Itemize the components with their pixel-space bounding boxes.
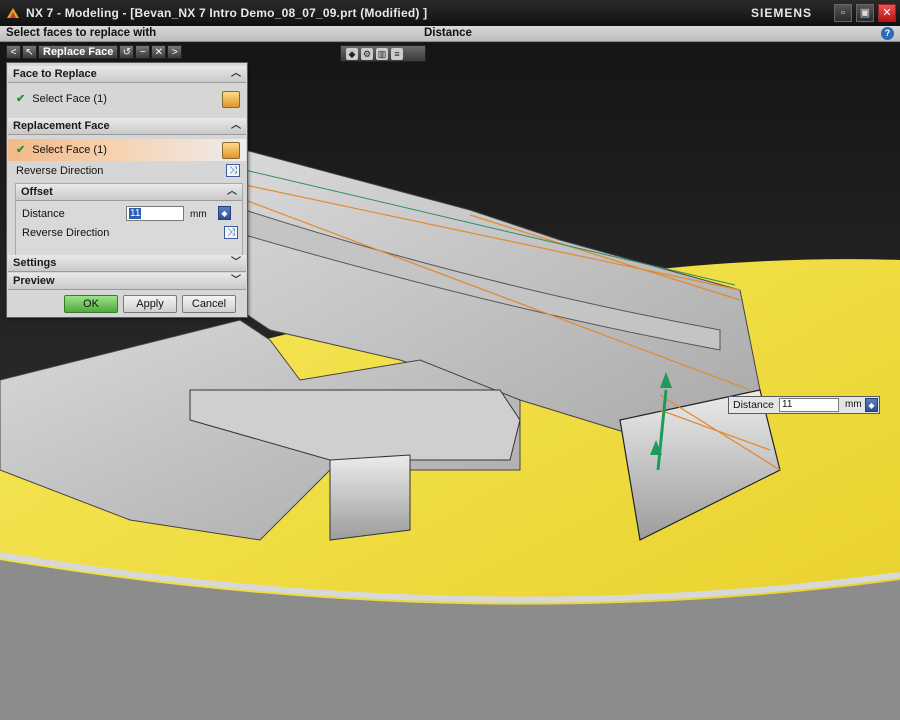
ok-button[interactable]: OK [64, 295, 118, 313]
group-preview-label: Preview [13, 275, 55, 287]
offset-reverse-icon[interactable]: ⤨ [224, 226, 238, 239]
distance-input[interactable]: 11 [126, 206, 184, 221]
chevron-down-icon[interactable]: ﹀ [231, 255, 241, 271]
checkmark-icon: ✔ [16, 144, 26, 156]
part-block-side [329, 454, 411, 541]
select-face-row-replacement[interactable]: ✔ Select Face (1) [8, 139, 246, 161]
group-offset[interactable]: Offset ︿ [16, 184, 242, 201]
close-window-button[interactable]: ✕ [878, 4, 896, 22]
reverse-direction-label: Reverse Direction [16, 165, 104, 177]
apply-button[interactable]: Apply [123, 295, 177, 313]
select-face-label: Select Face (1) [32, 93, 107, 105]
chevron-up-icon[interactable]: ︿ [231, 118, 241, 134]
group-settings[interactable]: Settings ﹀ [8, 255, 246, 272]
collapse-icon[interactable]: − [135, 44, 151, 59]
nx-logo-icon [7, 8, 19, 18]
distance-spinner-icon[interactable]: ◆ [218, 206, 231, 220]
offset-subgroup: Offset ︿ Distance 11 mm ◆ Reverse Direct… [15, 183, 243, 256]
restore-button[interactable]: ▣ [856, 4, 874, 22]
help-icon[interactable]: ? [881, 27, 894, 40]
dialog-tab-strip: < ↖ Replace Face ↺ − ✕ > [6, 44, 183, 59]
chevron-up-icon[interactable]: ︿ [227, 184, 237, 200]
minimize-button[interactable]: ▫ [834, 4, 852, 22]
distance-unit: mm [190, 209, 207, 220]
reverse-direction-icon[interactable]: ⤨ [226, 164, 240, 177]
cue-line: Select faces to replace with Distance ? [0, 26, 900, 42]
onscreen-distance-unit: mm [845, 399, 862, 410]
group-settings-label: Settings [13, 257, 57, 269]
select-face-row-target[interactable]: ✔ Select Face (1) [8, 88, 246, 110]
checkmark-icon: ✔ [16, 93, 26, 105]
distance-value: 11 [129, 208, 142, 219]
replace-face-dialog: Face to Replace ︿ ✔ Select Face (1) Repl… [6, 62, 248, 318]
group-offset-label: Offset [21, 186, 53, 198]
group-face-to-replace-label: Face to Replace [13, 68, 97, 80]
onscreen-distance-spinner-icon[interactable]: ◆ [865, 398, 878, 412]
tab-scroll-left-icon[interactable]: < [6, 44, 21, 59]
tab-scroll-right-icon[interactable]: > [167, 44, 183, 59]
onscreen-distance-label: Distance [733, 399, 774, 411]
select-face-label: Select Face (1) [32, 144, 107, 156]
distance-label: Distance [22, 208, 65, 220]
onscreen-distance-box: Distance 11 mm ◆ [728, 396, 880, 414]
window-title-bar: NX 7 - Modeling - [Bevan_NX 7 Intro Demo… [0, 0, 900, 26]
group-replacement-face-label: Replacement Face [13, 120, 110, 132]
onscreen-distance-input[interactable]: 11 [779, 398, 839, 412]
tab-replace-face[interactable]: Replace Face [38, 44, 119, 59]
selection-toolbar: ◆ ⚙ ▥ ≡ [340, 45, 426, 62]
chevron-down-icon[interactable]: ﹀ [231, 273, 241, 289]
window-title: NX 7 - Modeling - [Bevan_NX 7 Intro Demo… [26, 6, 428, 20]
close-dialog-icon[interactable]: ✕ [151, 44, 167, 59]
options-icon[interactable]: ≡ [391, 47, 403, 60]
reverse-direction-row: Reverse Direction ⤨ [8, 161, 246, 183]
chevron-up-icon[interactable]: ︿ [231, 66, 241, 82]
filter-icon[interactable]: ▥ [376, 47, 388, 60]
face-selection-icon[interactable] [222, 91, 240, 108]
cancel-button[interactable]: Cancel [182, 295, 236, 313]
offset-reverse-label: Reverse Direction [22, 227, 110, 239]
cue-prompt: Select faces to replace with [6, 27, 157, 39]
settings-icon[interactable]: ⚙ [361, 47, 373, 60]
select-face-icon[interactable]: ◆ [346, 47, 358, 60]
dialog-menu-icon[interactable]: ↖ [22, 44, 37, 59]
group-face-to-replace[interactable]: Face to Replace ︿ [8, 66, 246, 83]
reset-icon[interactable]: ↺ [119, 44, 135, 59]
brand-label: SIEMENS [750, 6, 812, 20]
group-replacement-face[interactable]: Replacement Face ︿ [8, 118, 246, 135]
group-preview[interactable]: Preview ﹀ [8, 273, 246, 290]
status-text: Distance [424, 27, 472, 39]
face-selection-icon[interactable] [222, 142, 240, 159]
